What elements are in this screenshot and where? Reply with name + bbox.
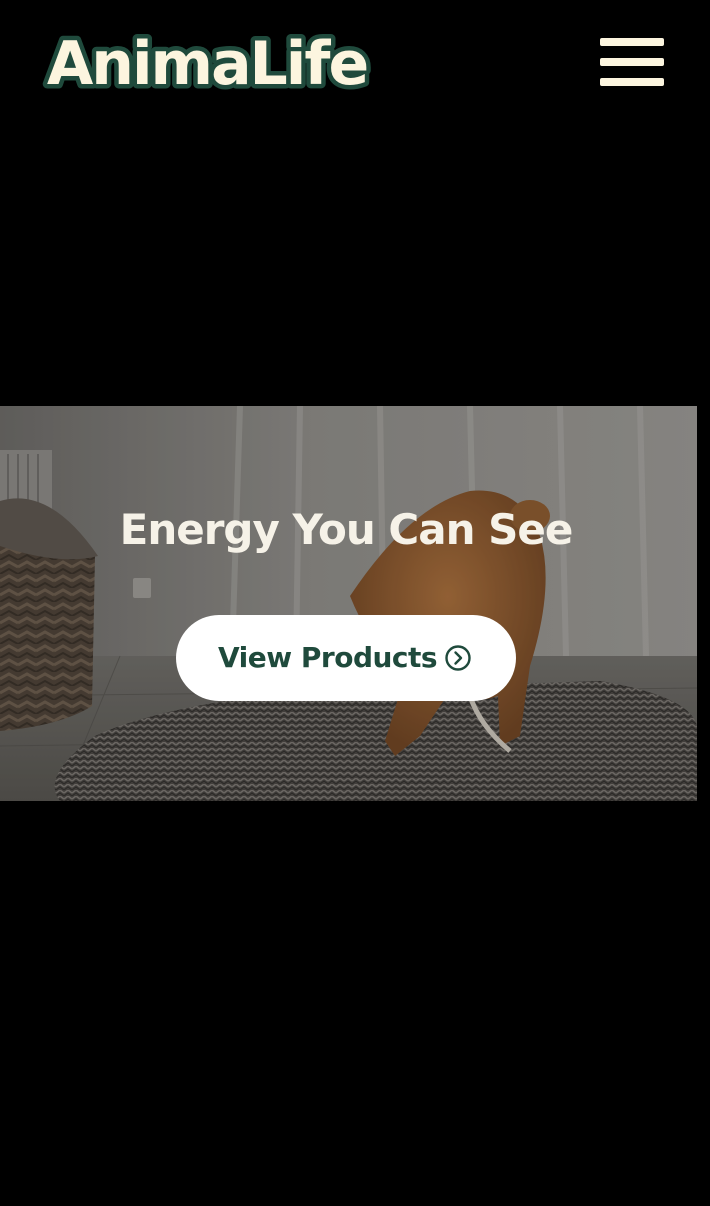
menu-bar: [600, 38, 664, 46]
chevron-right-circle-icon: [445, 645, 471, 671]
site-header: AnimaLife AnimaLife: [0, 0, 710, 124]
logo-wordmark: AnimaLife AnimaLife: [42, 26, 373, 98]
menu-bar: [600, 78, 664, 86]
animalife-logo[interactable]: AnimaLife AnimaLife: [22, 26, 392, 98]
menu-button[interactable]: [598, 36, 666, 88]
hero-video-section: [0, 406, 697, 801]
view-products-label: View Products: [218, 641, 438, 674]
logo-text: AnimaLife: [47, 29, 367, 98]
hero-heading: Energy You Can See: [119, 505, 574, 554]
menu-bar: [600, 58, 664, 66]
dog-playing-on-shag-rug-photo: [0, 406, 697, 801]
view-products-button[interactable]: View Products: [176, 615, 516, 701]
